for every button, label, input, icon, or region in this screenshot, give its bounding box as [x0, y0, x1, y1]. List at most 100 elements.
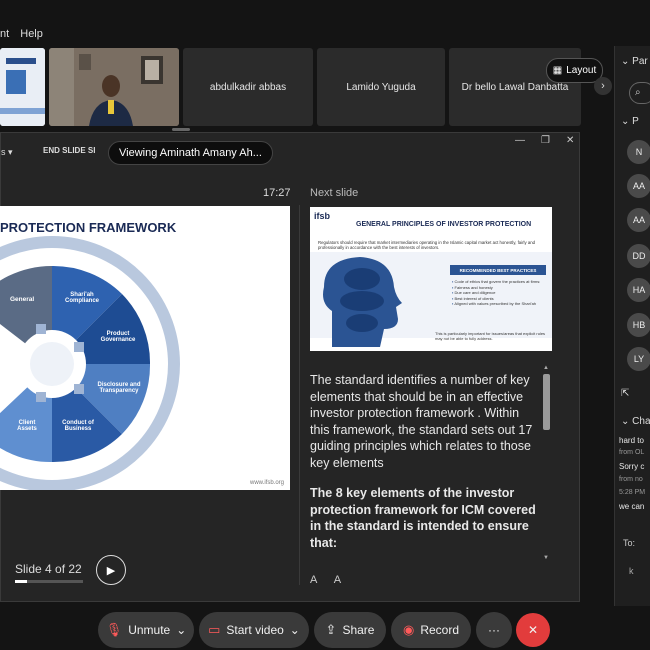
chat-meta: from no: [619, 476, 643, 483]
chat-meta: from OL: [619, 449, 645, 456]
menu-item-help[interactable]: Help: [20, 28, 43, 40]
list-item: Aligned with values prescribed by the Sh…: [452, 301, 546, 307]
play-icon[interactable]: ▶: [96, 555, 126, 585]
start-video-label: Start video: [226, 623, 284, 637]
meeting-window: nt Help abdulkadir abbas Lamido Yuguda D…: [0, 0, 650, 650]
segment-disclosure: Disclosure and Transparency: [97, 382, 141, 394]
share-label: Share: [342, 623, 375, 637]
menu-item-meeting[interactable]: nt: [0, 28, 9, 40]
chat-header-label: Cha: [632, 416, 650, 427]
framework-wheel: [0, 236, 180, 490]
chat-timestamp: 5:28 PM: [619, 489, 646, 496]
list-item: Code of ethics that govern the practices…: [452, 279, 546, 285]
panelists-header-label: P: [632, 116, 639, 127]
chevron-down-icon: ⌄: [621, 56, 630, 67]
recommended-banner: RECOMMENDED BEST PRACTICES: [450, 265, 546, 275]
next-slide-preview[interactable]: ifsb GENERAL PRINCIPLES OF INVESTOR PROT…: [310, 207, 552, 351]
search-icon[interactable]: ⌕: [629, 82, 650, 104]
participant-name: Dr bello Lawal Danbatta: [461, 81, 569, 93]
notes-paragraph: The standard identifies a number of key …: [310, 373, 533, 470]
chat-header[interactable]: ⌄ Cha: [621, 416, 650, 427]
chat-input[interactable]: k: [629, 566, 634, 576]
slide-counter: Slide 4 of 22: [15, 562, 82, 576]
participants-header[interactable]: ⌄ Par: [621, 56, 648, 67]
right-panel: ⌄ Par ⌕ ⌄ P N AA AA DD HA HB LY ⇱ ⌄ Cha …: [614, 46, 650, 606]
segment-client-assets: Client Assets: [17, 420, 37, 432]
more-icon: ···: [488, 623, 500, 637]
avatar[interactable]: HB: [627, 313, 650, 337]
avatar[interactable]: DD: [627, 244, 650, 268]
participant-tile-logo[interactable]: [0, 48, 45, 126]
current-slide: PROTECTION FRAMEWORK General Shari'ah Co…: [0, 206, 290, 490]
more-options-button[interactable]: ···: [476, 612, 512, 648]
minimize-icon[interactable]: —: [515, 135, 525, 146]
recommended-list: Code of ethics that govern the practices…: [452, 279, 546, 307]
avatar[interactable]: AA: [627, 208, 650, 232]
increase-font-button[interactable]: A: [310, 574, 317, 586]
display-dropdown[interactable]: s ▾: [1, 147, 13, 158]
chevron-right-icon[interactable]: ›: [594, 77, 612, 95]
restore-icon[interactable]: ❐: [541, 135, 550, 146]
camera-feed-icon: [49, 48, 179, 126]
avatar[interactable]: N: [627, 140, 650, 164]
close-icon: ✕: [527, 623, 539, 637]
presenter-toolbar: s ▾ END SLIDE SI — ❐ ✕: [1, 133, 581, 173]
speaker-notes: The standard identifies a number of key …: [310, 372, 538, 565]
scroll-up-icon[interactable]: ▲: [543, 365, 549, 371]
unmute-label: Unmute: [128, 623, 171, 637]
decrease-font-button[interactable]: A: [334, 574, 341, 586]
start-video-button[interactable]: ▭ Start video ⌄: [199, 612, 309, 648]
leave-button[interactable]: ✕: [516, 613, 550, 647]
chat-message: we can: [619, 502, 645, 511]
viewing-tooltip: Viewing Aminath Amany Ah...: [108, 141, 273, 165]
participant-name: Lamido Yuguda: [346, 81, 416, 93]
avatar[interactable]: LY: [627, 347, 650, 371]
share-button[interactable]: ⇪ Share: [314, 612, 386, 648]
muted-microphone-icon: 🎙: [105, 622, 123, 637]
record-button[interactable]: ◉ Record: [391, 612, 471, 648]
segment-general: General: [10, 296, 35, 303]
chevron-down-icon[interactable]: ⌄: [290, 623, 300, 637]
notes-paragraph-bold: The 8 key elements of the investor prote…: [310, 486, 536, 550]
pane-divider[interactable]: [299, 205, 300, 585]
share-icon: ⇪: [325, 622, 337, 637]
panel-popout-icon[interactable]: ⇱: [621, 388, 629, 399]
logo-icon: [0, 48, 45, 126]
unmute-button[interactable]: 🎙 Unmute ⌄: [98, 612, 194, 648]
chat-message: hard to: [619, 436, 644, 445]
layout-icon: ▦: [552, 65, 563, 76]
segment-product-governance: Product Governance: [100, 331, 136, 343]
avatar[interactable]: AA: [627, 174, 650, 198]
participant-tile[interactable]: abdulkadir abbas: [183, 48, 313, 126]
next-slide-footer: This is particularly important for issue…: [435, 331, 546, 341]
chevron-down-icon: ⌄: [621, 116, 630, 127]
next-slide-label: Next slide: [310, 187, 359, 199]
scroll-down-icon[interactable]: ▼: [543, 555, 549, 561]
close-icon[interactable]: ✕: [566, 135, 574, 146]
video-off-icon: ▭: [208, 622, 221, 637]
slide-progress-fill: [15, 580, 28, 583]
font-size-controls: A A: [310, 574, 355, 586]
avatar[interactable]: HA: [627, 278, 650, 302]
record-label: Record: [420, 623, 460, 637]
participant-tile[interactable]: Lamido Yuguda: [317, 48, 445, 126]
slide-progress-bar: [15, 580, 83, 583]
layout-label: Layout: [566, 65, 597, 76]
slide-timer: 17:27: [263, 187, 291, 199]
notes-scrollbar[interactable]: [543, 374, 550, 430]
resize-handle[interactable]: [172, 128, 190, 131]
menu-bar: nt Help: [0, 28, 51, 44]
record-icon: ◉: [402, 622, 415, 637]
chevron-down-icon[interactable]: ⌄: [176, 623, 186, 637]
segment-shariah: Shari'ah Compliance: [64, 292, 99, 304]
segment-conduct: Conduct of Business: [62, 420, 94, 432]
layout-button[interactable]: ▦ Layout: [546, 58, 603, 83]
slide-url: www.ifsb.org: [249, 480, 284, 486]
chat-message: Sorry c: [619, 462, 645, 471]
chat-recipient-label: To:: [623, 538, 636, 548]
end-slide-show-button[interactable]: END SLIDE SI: [43, 146, 95, 155]
chevron-down-icon: ⌄: [621, 416, 630, 427]
participant-name: abdulkadir abbas: [209, 81, 287, 93]
panelists-header[interactable]: ⌄ P: [621, 116, 639, 127]
participant-tile-camera[interactable]: [49, 48, 179, 126]
